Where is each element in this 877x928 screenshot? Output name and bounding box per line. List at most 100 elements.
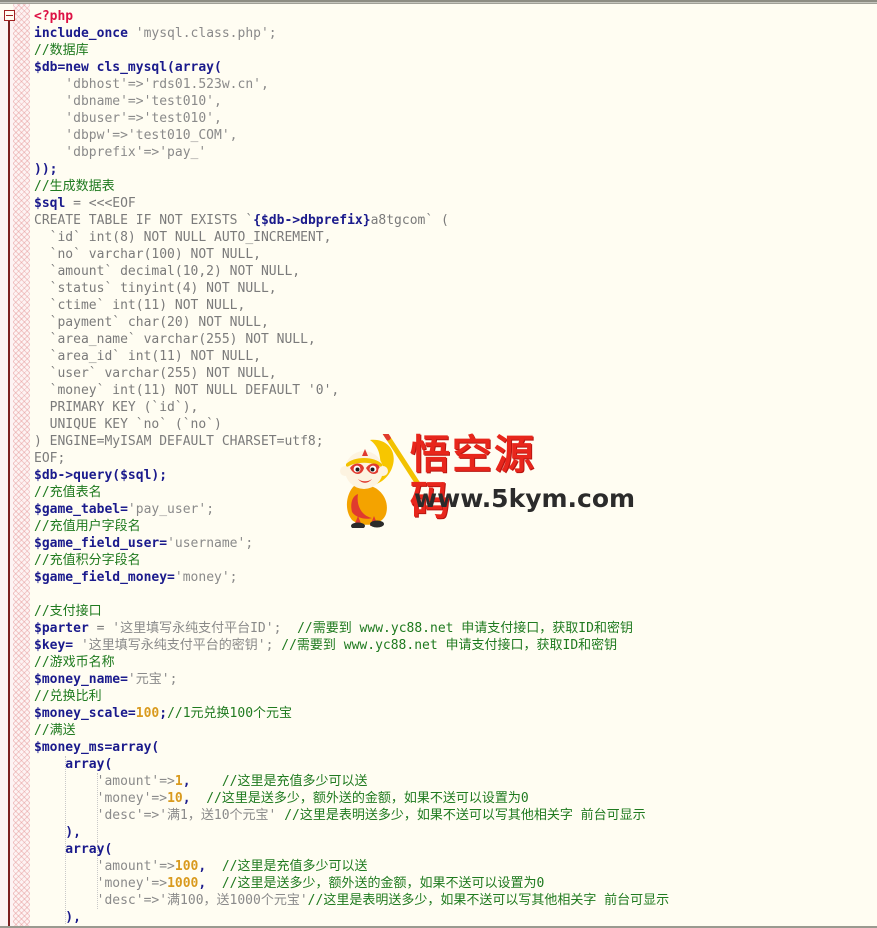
code-token-cmt: //充值积分字段名 [34, 553, 141, 568]
code-token-plain: a8tgcom` ( [370, 213, 449, 228]
code-line: //充值表名 [34, 485, 102, 500]
code-line: 'dbname'=>'test010', [34, 94, 222, 109]
code-token-cmt: //1元兑换100个元宝 [167, 706, 293, 721]
code-line: `area_id` int(11) NOT NULL, [34, 349, 261, 364]
code-token-str: 'dbhost'=>'rds01.523w.cn', [34, 77, 269, 92]
code-token-plain: `payment` char(20) NOT NULL, [34, 315, 269, 330]
code-token-str: '元宝'; [127, 672, 178, 687]
code-line: 'amount'=>100, //这里是充值多少可以送 [34, 859, 368, 874]
code-line: //兑换比利 [34, 689, 102, 704]
code-line: EOF; [34, 451, 65, 466]
code-token-cmt: //需要到 www.yc88.net 申请支付接口，获取ID和密钥 [273, 638, 618, 653]
code-line: 'dbhost'=>'rds01.523w.cn', [34, 77, 269, 92]
code-token-kw: include_once [34, 26, 136, 41]
code-line: //充值用户字段名 [34, 519, 141, 534]
code-line: include_once 'mysql.class.php'; [34, 26, 277, 41]
editor-fold-gutter[interactable] [0, 4, 30, 926]
code-line: `payment` char(20) NOT NULL, [34, 315, 269, 330]
code-token-cmt: //充值用户字段名 [34, 519, 141, 534]
collapse-block-icon[interactable] [4, 10, 15, 21]
code-token-plain: `money` int(11) NOT NULL DEFAULT '0', [34, 383, 340, 398]
code-line: //充值积分字段名 [34, 553, 141, 568]
code-line: array( [34, 842, 112, 857]
code-token-plain: EOF; [34, 451, 66, 466]
code-token-kw: $game_tabel= [34, 502, 128, 517]
code-token-str: 'pay_user'; [127, 502, 215, 517]
code-line: $game_tabel='pay_user'; [34, 502, 214, 517]
code-line: UNIQUE KEY `no` (`no`) [34, 417, 222, 432]
code-token-plain: `ctime` int(11) NOT NULL, [34, 298, 246, 313]
code-token-kw: $db=new cls_mysql(array( [34, 60, 222, 75]
code-line: ), [34, 910, 81, 924]
code-line: `no` varchar(100) NOT NULL, [34, 247, 261, 262]
code-line: $money_scale=100;//1元兑换100个元宝 [34, 706, 292, 721]
code-token-num: 1 [174, 774, 183, 789]
code-token-kw: array( [34, 757, 113, 772]
code-line: //生成数据表 [34, 179, 115, 194]
code-line: $game_field_money='money'; [34, 570, 238, 585]
code-text-area[interactable]: <?php include_once 'mysql.class.php'; //… [30, 4, 877, 924]
code-token-plain: `area_id` int(11) NOT NULL, [34, 349, 261, 364]
code-token-str: 'money'=> [34, 791, 168, 806]
code-token-str: 'amount'=> [34, 859, 175, 874]
code-token-str: 'dbpw'=>'test010_COM', [34, 128, 238, 143]
code-line: PRIMARY KEY (`id`), [34, 400, 199, 415]
code-token-str: 'desc'=>'满100，送1000个元宝' [34, 893, 308, 908]
code-line: `money` int(11) NOT NULL DEFAULT '0', [34, 383, 340, 398]
code-token-kw: $money_name= [34, 672, 128, 687]
code-line: ), [34, 825, 81, 840]
code-token-str: 'money'; [174, 570, 238, 585]
code-token-kw: ), [34, 910, 81, 924]
code-token-kw: $game_field_user= [34, 536, 168, 551]
code-token-str: 'dbuser'=>'test010', [34, 111, 222, 126]
code-token-str: 'desc'=>'满1，送10个元宝' [34, 808, 277, 823]
code-token-cmt: //满送 [34, 723, 76, 738]
code-token-str: 'amount'=> [34, 774, 175, 789]
code-line: $db=new cls_mysql(array( [34, 60, 222, 75]
code-line: 'money'=>1000, //这里是送多少，额外送的金额，如果不送可以设置为… [34, 876, 545, 891]
code-token-kw: $money_ms=array( [34, 740, 160, 755]
code-token-cmt: //这里是充值多少可以送 [206, 859, 368, 874]
code-token-kw: )); [34, 162, 58, 177]
code-token-kw: $money_scale= [34, 706, 136, 721]
code-line: 'amount'=>1, //这里是充值多少可以送 [34, 774, 368, 789]
code-line: 'dbpw'=>'test010_COM', [34, 128, 238, 143]
code-token-cmt: //这里是表明送多少，如果不送可以写其他相关字 前台可显示 [276, 808, 646, 823]
code-line: array( [34, 757, 112, 772]
code-token-plain: ) ENGINE=MyISAM DEFAULT CHARSET=utf8; [34, 434, 324, 449]
code-line: `amount` decimal(10,2) NOT NULL, [34, 264, 300, 279]
code-token-str: 'dbname'=>'test010', [34, 94, 222, 109]
code-token-str: '这里填写永纯支付平台ID'; [112, 621, 282, 636]
code-token-kw: , [182, 791, 191, 806]
code-token-plain: `amount` decimal(10,2) NOT NULL, [34, 264, 301, 279]
code-line: $db->query($sql); [34, 468, 167, 483]
code-token-plain: `user` varchar(255) NOT NULL, [34, 366, 277, 381]
code-token-kw: $game_field_money= [34, 570, 175, 585]
code-token-cmt: //生成数据表 [34, 179, 115, 194]
code-token-str: 'username'; [167, 536, 254, 551]
php-source-code[interactable]: <?php include_once 'mysql.class.php'; //… [30, 4, 877, 924]
code-token-plain: UNIQUE KEY `no` (`no`) [34, 417, 222, 432]
gutter-fold-rule [8, 4, 10, 926]
code-token-plain: CREATE TABLE IF NOT EXISTS ` [34, 213, 254, 228]
code-line: `user` varchar(255) NOT NULL, [34, 366, 277, 381]
code-line: 'money'=>10, //这里是送多少，额外送的金额，如果不送可以设置为0 [34, 791, 529, 806]
code-line: 'desc'=>'满1，送10个元宝' //这里是表明送多少，如果不送可以写其他… [34, 808, 646, 823]
code-token-kw: $key= [34, 638, 74, 653]
code-token-num: 10 [167, 791, 183, 806]
code-token-kw: $db->query($sql); [34, 468, 168, 483]
code-token-cmt: //这里是送多少，额外送的金额，如果不送可以设置为0 [190, 791, 529, 806]
code-token-str: 'mysql.class.php'; [135, 26, 277, 41]
code-token-plain: `status` tinyint(4) NOT NULL, [34, 281, 277, 296]
code-line: 'dbprefix'=>'pay_' [34, 145, 206, 160]
gutter-hatch-pattern [13, 4, 30, 926]
code-line: `status` tinyint(4) NOT NULL, [34, 281, 277, 296]
code-token-str: 'dbprefix'=>'pay_' [34, 145, 207, 160]
code-token-num: 100 [174, 859, 199, 874]
code-line: $parter = '这里填写永纯支付平台ID'; //需要到 www.yc88… [34, 621, 633, 636]
code-line: //数据库 [34, 43, 89, 58]
code-token-cmt: //充值表名 [34, 485, 102, 500]
code-line: $sql = <<<EOF [34, 196, 136, 211]
code-token-cmt: //这里是送多少，额外送的金额，如果不送可以设置为0 [206, 876, 545, 891]
code-token-kw: array( [34, 842, 113, 857]
